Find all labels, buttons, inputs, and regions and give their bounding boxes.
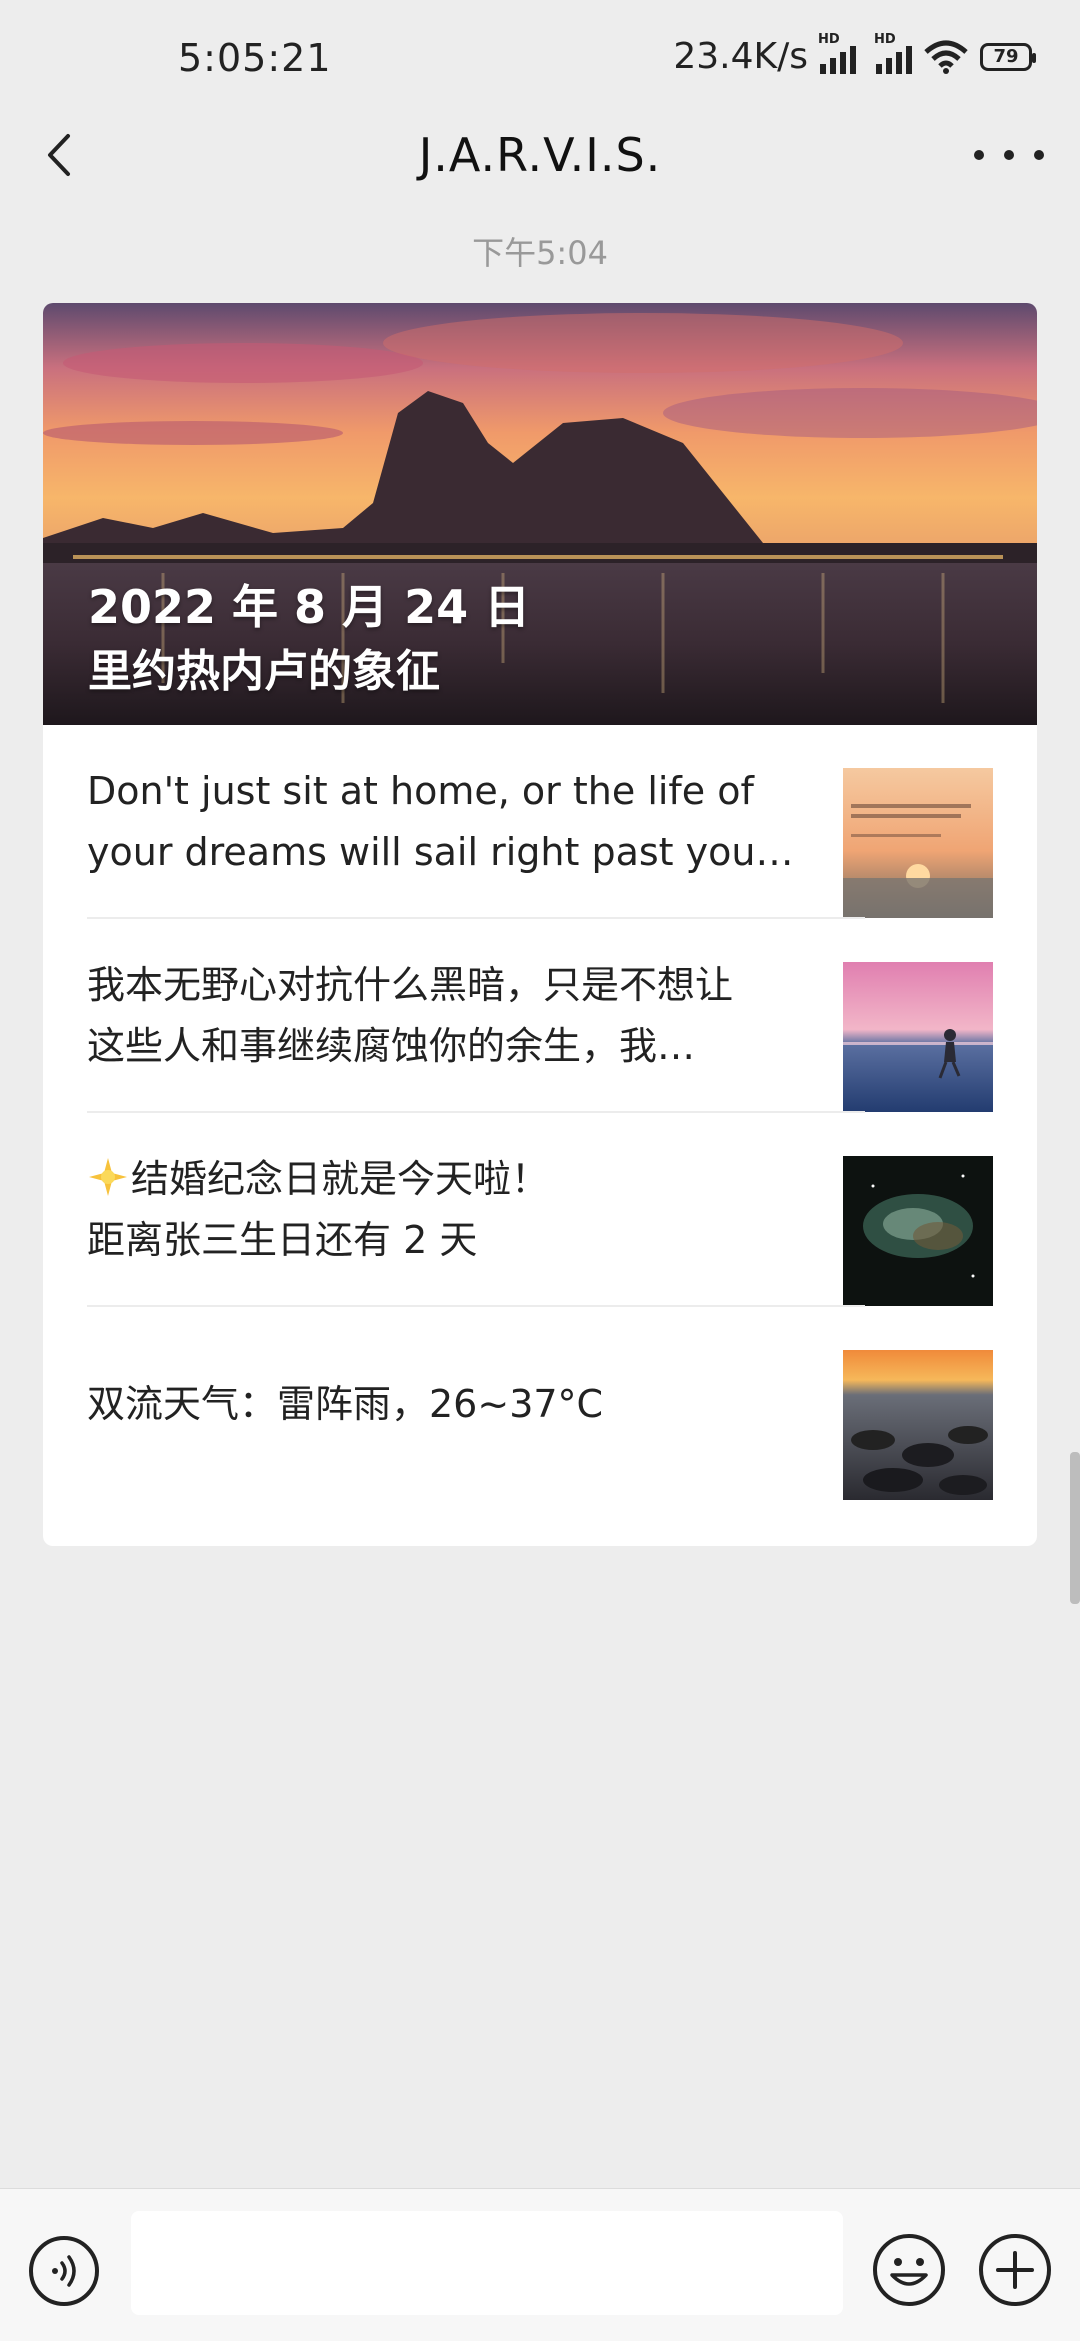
list-item[interactable]: 双流天气：雷阵雨，26~37°C [43,1307,1037,1501]
hero-article[interactable]: 2022 年 8 月 24 日 里约热内卢的象征 [43,303,1037,725]
nebula-thumbnail [843,1156,993,1306]
girl-running-beach-thumbnail [843,962,993,1112]
list-item[interactable]: Don't just sit at home, or the life of y… [43,725,1037,919]
status-icons: 23.4K/s HD HD 79 [673,32,1036,77]
item-text-line: 我本无野心对抗什么黑暗，只是不想让 [87,963,734,1007]
status-bar: 5:05:21 23.4K/s HD HD 79 [0,0,1080,120]
sunset-quote-thumbnail [843,768,993,918]
chat-header: J.A.R.V.I.S. [0,120,1080,190]
hero-title: 里约热内卢的象征 [88,646,440,697]
status-time: 5:05:21 [178,36,332,80]
item-text-line: your dreams will sail right past you… [87,830,794,874]
more-dots-icon[interactable] [974,130,1044,180]
message-input[interactable] [131,2211,843,2315]
item-text-line: 这些人和事继续腐蚀你的余生，我… [87,1024,696,1068]
item-text-line: 距离张三生日还有 2 天 [87,1218,478,1262]
message-timestamp: 下午5:04 [472,234,608,272]
voice-icon[interactable] [28,2235,100,2307]
item-text-line: 双流天气：雷阵雨，26~37°C [87,1381,604,1426]
battery-icon: 79 [980,42,1036,71]
page-title: J.A.R.V.I.S. [418,128,662,182]
sea-rocks-sunset-thumbnail [843,1350,993,1500]
item-text-line: 结婚纪念日就是今天啦！ [131,1157,550,1201]
list-item[interactable]: 结婚纪念日就是今天啦！ 距离张三生日还有 2 天 [43,1113,1037,1307]
signal-icon: HD [818,32,856,74]
item-text-line: Don't just sit at home, or the life of [87,769,754,813]
plus-icon[interactable] [978,2233,1052,2307]
article-card[interactable]: 2022 年 8 月 24 日 里约热内卢的象征 Don't just sit … [43,303,1037,1546]
network-speed: 23.4K/s [673,36,808,77]
emoji-icon[interactable] [872,2233,946,2307]
scrollbar[interactable] [1070,1452,1080,1604]
list-item[interactable]: 我本无野心对抗什么黑暗，只是不想让 这些人和事继续腐蚀你的余生，我… [43,919,1037,1113]
signal-icon: HD [874,32,912,74]
hero-date: 2022 年 8 月 24 日 [88,580,531,634]
wifi-icon [924,40,968,74]
sun-sparkle-icon [89,1158,127,1196]
input-bar [0,2188,1080,2341]
